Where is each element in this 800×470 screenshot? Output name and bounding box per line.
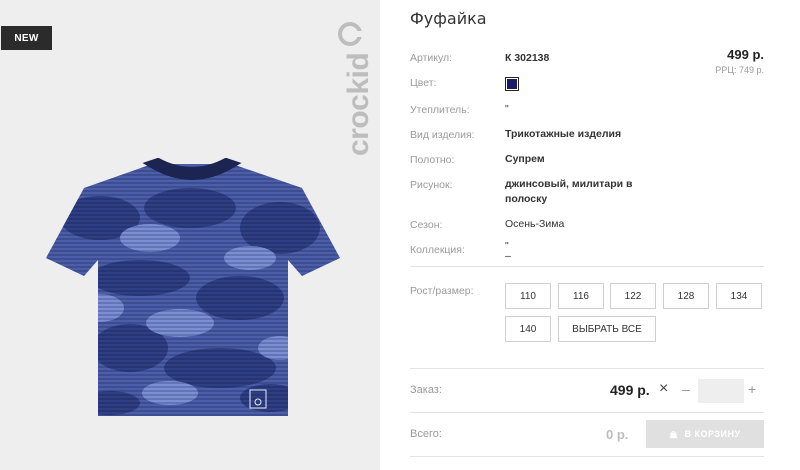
divider-top — [410, 266, 764, 267]
item-type-value: Трикотажные изделия — [505, 128, 622, 140]
clear-order-icon[interactable]: × — [659, 381, 668, 397]
collection-value: " – — [505, 241, 511, 262]
product-image-panel: NEW crockid — [0, 0, 380, 470]
article-label: Артикул: — [410, 52, 453, 64]
brand-logo-icon — [338, 22, 362, 46]
total-value: 0 р. — [606, 427, 629, 442]
color-label: Цвет: — [410, 77, 437, 89]
size-option-122[interactable]: 122 — [610, 283, 656, 309]
season-label: Сезон: — [410, 219, 443, 231]
pattern-value: джинсовый, милитари в полоску — [505, 177, 632, 207]
pattern-label: Рисунок: — [410, 179, 453, 191]
size-option-116[interactable]: 116 — [558, 283, 604, 309]
add-to-cart-button[interactable]: В КОРЗИНУ — [646, 420, 764, 448]
quantity-input[interactable] — [698, 379, 744, 403]
size-label: Рост/размер: — [410, 285, 474, 297]
new-badge: NEW — [1, 26, 52, 50]
product-title: Фуфайка — [410, 9, 487, 28]
size-option-134[interactable]: 134 — [716, 283, 762, 309]
divider-order — [410, 368, 764, 369]
fabric-label: Полотно: — [410, 154, 455, 166]
quantity-minus-button[interactable]: – — [682, 381, 690, 397]
insulation-label: Утеплитель: — [410, 104, 470, 116]
divider-bottom — [410, 456, 764, 457]
order-price: 499 р. — [610, 382, 650, 398]
cart-bag-icon — [670, 430, 678, 438]
brand-logo-text: crockid — [342, 52, 375, 156]
item-type-label: Вид изделия: — [410, 129, 475, 141]
fabric-value: Супрем — [505, 153, 545, 165]
rrp-label: РРЦ: — [715, 65, 737, 75]
article-value: К 302138 — [505, 52, 550, 64]
add-to-cart-label: В КОРЗИНУ — [684, 429, 741, 439]
size-option-140[interactable]: 140 — [505, 316, 551, 342]
rrp-value: 749 р. — [738, 65, 764, 75]
product-photo-tshirt[interactable] — [40, 158, 345, 423]
pattern-value-line1: джинсовый, милитари в — [505, 178, 633, 190]
rrp-price: РРЦ: 749 р. — [715, 65, 764, 75]
size-option-128[interactable]: 128 — [663, 283, 709, 309]
insulation-value: " — [505, 103, 509, 115]
season-value: Осень-Зима — [505, 218, 565, 230]
total-label: Всего: — [410, 428, 442, 440]
color-swatch-navy[interactable] — [505, 77, 519, 91]
pattern-value-line2: полоску — [505, 193, 548, 205]
collection-label: Коллекция: — [410, 244, 465, 256]
order-label: Заказ: — [410, 384, 442, 396]
collection-value-line2: – — [505, 250, 511, 262]
quantity-plus-button[interactable]: + — [748, 381, 756, 397]
product-price: 499 р. — [727, 47, 764, 62]
divider-total — [410, 412, 764, 413]
size-option-110[interactable]: 110 — [505, 283, 551, 309]
select-all-sizes-button[interactable]: ВЫБРАТЬ ВСЕ — [558, 316, 656, 342]
